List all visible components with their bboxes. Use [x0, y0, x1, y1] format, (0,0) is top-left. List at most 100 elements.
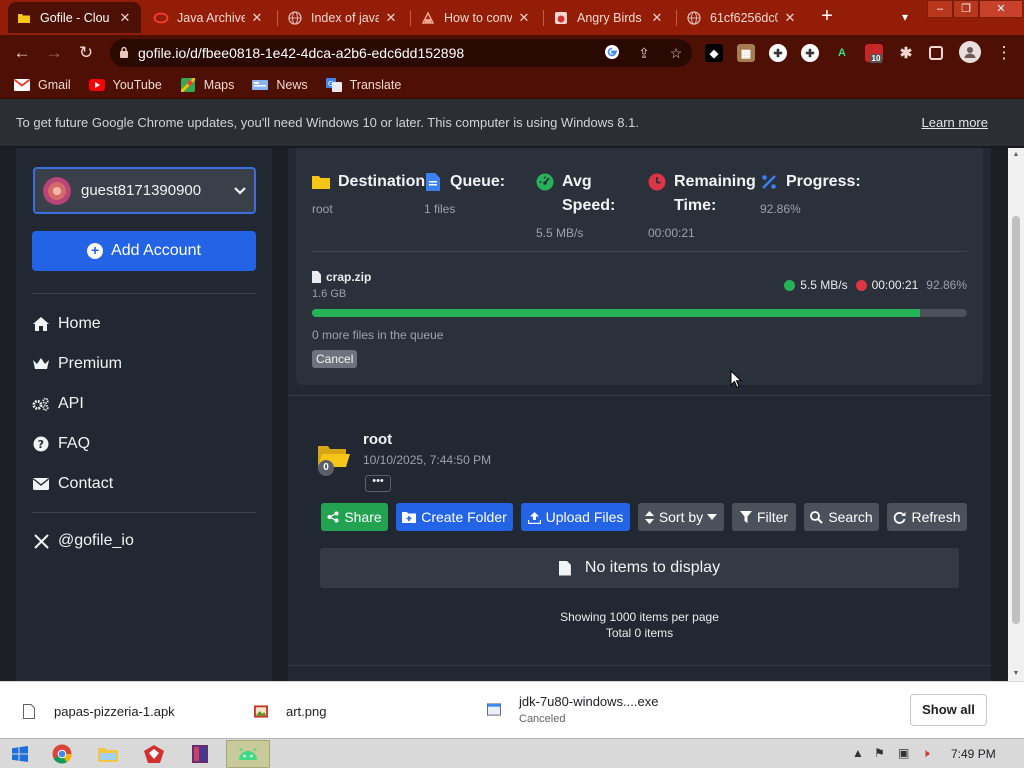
game-icon [553, 10, 569, 26]
taskbar-clock[interactable]: 7:49 PM [951, 747, 996, 761]
browser-menu-icon[interactable]: ⋮ [992, 41, 1016, 65]
file-explorer-icon[interactable] [88, 740, 128, 768]
tab-title: Gofile - Clou [40, 10, 110, 25]
close-tab-icon[interactable]: ✕ [383, 10, 399, 26]
scroll-up-arrow-icon[interactable]: ▲ [1008, 148, 1024, 162]
tab-search-chevron-icon[interactable]: ▾ [894, 6, 916, 28]
upload-files-button[interactable]: Upload Files [521, 503, 630, 531]
shield-app-icon[interactable] [134, 740, 174, 768]
add-account-button[interactable]: + Add Account [32, 231, 256, 271]
download-item-png[interactable]: art.png [254, 703, 326, 719]
folder-more-button[interactable]: ••• [365, 475, 391, 492]
chrome-taskbar-icon[interactable] [42, 740, 82, 768]
minimize-button[interactable]: – [927, 0, 953, 18]
bookmark-translate[interactable]: G Translate [325, 77, 401, 92]
address-bar[interactable]: gofile.io/d/fbee0818-1e42-4dca-a2b6-edc6… [110, 39, 692, 67]
page-scrollbar[interactable]: ▲ ▼ [1008, 148, 1024, 681]
windows-start-icon[interactable] [0, 740, 40, 768]
stat-value: 5.5 MB/s [536, 226, 584, 240]
nav-social-x[interactable]: @gofile_io [32, 527, 256, 555]
profile-avatar-icon[interactable] [959, 41, 981, 63]
new-tab-button[interactable]: + [815, 5, 839, 29]
tab-index-of-java[interactable]: Index of java ✕ [279, 2, 407, 33]
tab-separator [410, 10, 411, 26]
tab-angry-birds[interactable]: Angry Birds ✕ [545, 2, 673, 33]
reload-button[interactable]: ↻ [74, 41, 98, 65]
filter-button[interactable]: Filter [732, 503, 796, 531]
network-icon[interactable]: ▣ [898, 746, 909, 760]
bookmark-news[interactable]: News [252, 78, 308, 92]
close-tab-icon[interactable]: ✕ [649, 10, 665, 26]
nav-contact[interactable]: Contact [32, 470, 256, 498]
create-folder-label: Create Folder [421, 509, 507, 525]
show-all-downloads-button[interactable]: Show all [910, 694, 987, 726]
google-lens-icon[interactable] [596, 44, 628, 63]
speed-gauge-icon [784, 279, 796, 291]
forward-button[interactable]: → [42, 41, 66, 65]
stat-queue: Queue: 1 files [424, 170, 505, 216]
share-button[interactable]: Share [321, 503, 388, 531]
create-folder-button[interactable]: Create Folder [396, 503, 513, 531]
divider [312, 251, 967, 252]
close-window-button[interactable]: ✕ [979, 0, 1023, 18]
url-text[interactable]: gofile.io/d/fbee0818-1e42-4dca-a2b6-edc6… [138, 45, 596, 61]
android-emulator-icon[interactable] [226, 740, 270, 768]
maps-icon [180, 77, 196, 92]
caret-down-icon [707, 514, 718, 520]
share-icon[interactable]: ⇪ [628, 45, 660, 62]
tab-java-archive[interactable]: Java Archive ✕ [145, 2, 273, 33]
cancel-upload-button[interactable]: Cancel [312, 350, 358, 368]
tab-how-to-convert[interactable]: How to conv ✕ [412, 2, 540, 33]
winrar-icon[interactable] [180, 740, 220, 768]
refresh-button[interactable]: Refresh [887, 503, 967, 531]
learn-more-link[interactable]: Learn more [922, 115, 988, 130]
gofile-icon [16, 10, 32, 26]
nav-faq[interactable]: ? FAQ [32, 430, 256, 458]
side-panel-icon[interactable] [929, 46, 943, 60]
android-extension-icon[interactable]: A [833, 44, 851, 62]
download-item-apk[interactable]: papas-pizzeria-1.apk [22, 703, 175, 719]
ublock-extension-icon[interactable]: 10 [865, 44, 883, 63]
tab-61cf6256[interactable]: 61cf6256dc0 ✕ [678, 2, 806, 33]
stat-value: 1 files [424, 202, 456, 216]
close-tab-icon[interactable]: ✕ [249, 10, 265, 26]
gamepad-extension-icon[interactable]: ✚ [769, 44, 787, 62]
stat-value: root [312, 202, 333, 216]
bookmark-label: Gmail [38, 77, 71, 92]
envelope-icon [32, 475, 50, 493]
image-extension-icon[interactable]: ▦ [737, 44, 755, 62]
file-icon [424, 173, 442, 191]
close-tab-icon[interactable]: ✕ [516, 10, 532, 26]
file-icon [312, 271, 321, 283]
nav-api[interactable]: API [32, 390, 256, 418]
back-button[interactable]: ← [10, 41, 34, 65]
bookmark-gmail[interactable]: Gmail [14, 78, 71, 92]
gamepad-extension-icon-2[interactable]: ✚ [801, 44, 819, 62]
action-center-flag-icon[interactable]: ⚑ [874, 746, 885, 760]
lock-icon[interactable] [110, 46, 138, 61]
scrollbar-thumb[interactable] [1012, 216, 1020, 624]
scroll-down-arrow-icon[interactable]: ▼ [1008, 667, 1024, 681]
bookmark-star-icon[interactable]: ☆ [660, 45, 692, 62]
bookmark-youtube[interactable]: YouTube [88, 78, 162, 92]
gmail-icon [14, 78, 30, 92]
add-account-label: Add Account [111, 242, 201, 259]
nav-home[interactable]: Home [32, 310, 256, 338]
account-select[interactable]: guest8171390900 [33, 167, 256, 214]
puzzle-extensions-icon[interactable]: ✱ [897, 44, 915, 62]
maximize-button[interactable]: ❐ [953, 0, 979, 18]
bookmark-maps[interactable]: Maps [180, 77, 234, 92]
volume-muted-icon[interactable]: 🕨 [922, 746, 930, 761]
search-button[interactable]: Search [804, 503, 879, 531]
download-item-exe[interactable]: jdk-7u80-windows....exe Canceled [487, 694, 658, 725]
close-tab-icon[interactable]: ✕ [117, 10, 133, 26]
nav-premium[interactable]: Premium [32, 350, 256, 378]
divider [288, 395, 991, 396]
folder-icon: 0 [316, 442, 350, 476]
tab-gofile[interactable]: Gofile - Clou ✕ [8, 2, 141, 33]
sort-by-button[interactable]: Sort by [638, 503, 724, 531]
close-tab-icon[interactable]: ✕ [782, 10, 798, 26]
roblox-extension-icon[interactable]: ◆ [705, 44, 723, 62]
plus-circle-icon: + [87, 243, 104, 259]
show-hidden-icons-chevron-icon[interactable]: ▲ [852, 746, 864, 760]
